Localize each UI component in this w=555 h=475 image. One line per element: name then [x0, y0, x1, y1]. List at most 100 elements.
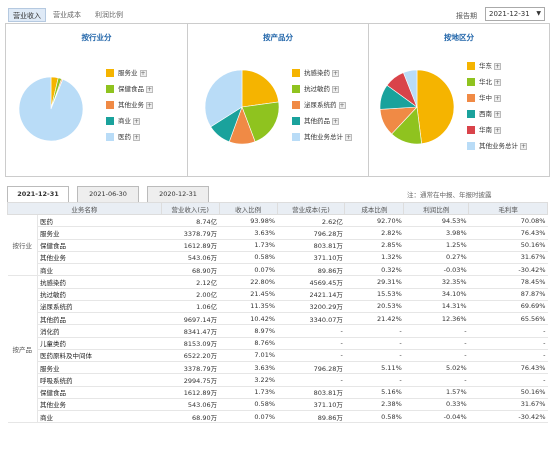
table-row: 抗过敏药 2.00亿 21.45% 2421.14万 15.53% 34.10% 87.87…	[8, 288, 548, 301]
plus-icon[interactable]: +	[494, 79, 501, 86]
table-cell: 2.00亿	[161, 288, 220, 301]
plus-icon[interactable]: +	[146, 86, 153, 93]
table-row: 其他业务 543.06万 0.58% 371.10万 2.38% 0.33% 31.67%	[8, 398, 548, 412]
column-header: 营业收入(元)	[160, 202, 220, 215]
table-cell: 21.45%	[219, 288, 278, 301]
table-cell: -	[344, 337, 404, 350]
business-name: 其他药品	[37, 312, 162, 326]
period-select[interactable]: 2021-12-31 ▼	[485, 7, 545, 21]
plus-icon[interactable]: +	[494, 63, 501, 70]
business-table: 业务名称 营业收入(元) 收入比例 营业成本(元) 成本比例 利润比例 毛利率 …	[7, 202, 548, 424]
plus-icon[interactable]: +	[146, 102, 153, 109]
tab-cost[interactable]: 营业成本	[53, 8, 81, 22]
plus-icon[interactable]: +	[133, 118, 140, 125]
plus-icon[interactable]: +	[338, 102, 346, 109]
group-label: 按行业	[7, 214, 38, 277]
business-name: 其他业务	[37, 398, 162, 412]
table-cell: -0.03%	[403, 263, 469, 277]
column-header: 业务名称	[7, 202, 162, 215]
table-cell: 796.28万	[277, 226, 345, 240]
table-cell: 0.07%	[219, 263, 278, 277]
table-cell: 3200.29万	[277, 300, 345, 314]
table-cell: 543.06万	[161, 251, 220, 265]
table-cell: -	[403, 337, 469, 350]
table-cell: 9697.14万	[161, 312, 220, 326]
column-header: 毛利率	[468, 202, 548, 215]
plus-icon[interactable]: +	[332, 70, 339, 77]
table-row: 按行业 医药 8.74亿 93.98% 2.62亿 92.70% 94.53% 70.08%	[7, 214, 548, 277]
legend-text: 华东	[479, 62, 492, 70]
pie-slice-0[interactable]	[416, 69, 455, 145]
legend-swatch	[467, 126, 475, 134]
table-cell: -	[403, 349, 469, 363]
tab-date-3[interactable]: 2020-12-31	[147, 186, 209, 202]
tab-revenue[interactable]: 营业收入	[8, 8, 46, 22]
legend-text: 华南	[479, 126, 492, 134]
legend-label: 华东 +	[479, 62, 501, 71]
column-header: 成本比例	[344, 202, 405, 215]
table-cell: 31.67%	[468, 398, 548, 412]
business-name: 抗过敏药	[37, 288, 162, 301]
business-name: 保健食品	[37, 239, 162, 252]
plus-icon[interactable]: +	[332, 118, 339, 125]
plus-icon[interactable]: +	[139, 70, 147, 77]
legend-text: 抗过敏药	[304, 85, 330, 93]
legend-label: 抗感染药 +	[304, 69, 339, 78]
legend-swatch	[467, 78, 475, 86]
panel-product: 按产品分 抗感染药 + 抗过敏药 + 泌尿系统药 + 其他药品 + 其他业务总计 +	[187, 24, 368, 176]
column-header: 利润比例	[403, 202, 470, 215]
pie-slice-0[interactable]	[241, 69, 279, 108]
table-cell: -	[344, 373, 404, 387]
table-cell: -	[403, 324, 469, 338]
table-cell: 50.16%	[468, 239, 548, 252]
plus-icon[interactable]: +	[494, 127, 501, 134]
table-cell: 2.62亿	[277, 214, 345, 228]
group-label: 按产品	[7, 275, 38, 424]
table-cell: 1.73%	[219, 239, 278, 252]
business-name: 商业	[37, 410, 162, 424]
tab-profit-ratio[interactable]: 利润比例	[95, 8, 123, 22]
table-cell: 0.27%	[403, 251, 469, 265]
business-name: 儿童类药	[37, 337, 162, 350]
legend-text: 泌尿系统药	[304, 101, 337, 109]
legend-text: 其他业务总计	[479, 142, 518, 150]
table-cell: 14.31%	[403, 300, 469, 314]
table-cell: 1612.89万	[161, 386, 220, 399]
table-cell: 87.87%	[468, 288, 548, 301]
table-row: 按产品 抗感染药 2.12亿 22.80% 4569.45万 29.31% 32.35% 78…	[7, 275, 548, 424]
table-cell: 8.76%	[219, 337, 278, 350]
plus-icon[interactable]: +	[494, 95, 501, 102]
legend-swatch	[106, 85, 114, 93]
business-name: 其他业务	[37, 251, 162, 265]
plus-icon[interactable]: +	[494, 111, 501, 118]
legend-text: 其他业务总计	[304, 133, 343, 141]
legend-swatch	[106, 117, 114, 125]
disclosure-note: 注：通常在中报、年报时披露	[407, 191, 492, 199]
tab-date-1[interactable]: 2021-12-31	[7, 186, 69, 202]
table-cell: 89.86万	[277, 263, 345, 277]
table-cell: 70.08%	[468, 214, 548, 228]
plus-icon[interactable]: +	[133, 134, 140, 141]
table-row: 其他药品 9697.14万 10.42% 3340.07万 21.42% 12.36% 65…	[8, 312, 548, 326]
plus-icon[interactable]: +	[520, 143, 527, 150]
table-cell: 7.01%	[219, 349, 278, 363]
plus-icon[interactable]: +	[345, 134, 352, 141]
table-cell: 543.06万	[161, 398, 220, 412]
table-row: 保健食品 1612.89万 1.73% 803.81万 2.85% 1.25% 50.16%	[8, 239, 548, 252]
table-cell: 1612.89万	[161, 239, 220, 252]
table-cell: 76.43%	[468, 226, 548, 240]
table-cell: -	[344, 349, 404, 363]
business-name: 泌尿系统药	[37, 300, 162, 314]
table-cell: -0.04%	[403, 410, 469, 424]
table-row: 消化药 8341.47万 8.97% - - - -	[8, 324, 548, 338]
pie-chart-region	[379, 69, 455, 145]
table-cell: 20.53%	[344, 300, 404, 314]
pie-slice-4[interactable]	[18, 76, 84, 142]
legend-swatch	[292, 133, 300, 141]
table-cell: 5.02%	[403, 361, 469, 375]
table-cell: 0.58%	[219, 398, 278, 412]
table-cell: 1.73%	[219, 386, 278, 399]
legend-text: 西南	[479, 110, 492, 118]
tab-date-2[interactable]: 2021-06-30	[77, 186, 139, 202]
plus-icon[interactable]: +	[332, 86, 339, 93]
